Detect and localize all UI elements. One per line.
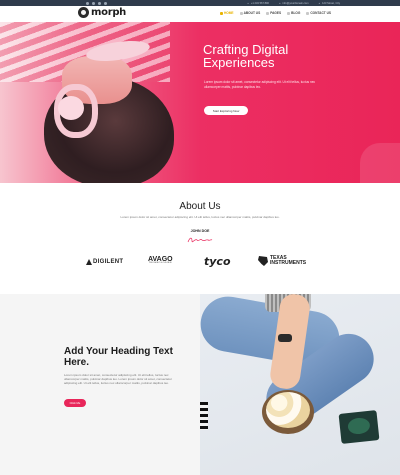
site-logo[interactable]: morph (78, 7, 126, 18)
hero-title-line2: Experiences (203, 55, 275, 70)
digilent-mark-icon (86, 259, 92, 265)
headphone-cup-image (58, 96, 84, 120)
brand-logo-avago: AVAGO TECHNOLOGIES (148, 256, 173, 264)
about-title: About Us (179, 201, 221, 212)
brand-logo-text: TEXAS INSTRUMENTS (270, 256, 306, 266)
feature-image (200, 294, 400, 475)
about-author-name: JOHN DOE (190, 229, 210, 233)
nav-menu: HOME ABOUT US PAGES BLOG CONTACT US (220, 11, 331, 15)
nav-item-label: BLOG (291, 11, 301, 15)
texas-state-icon (258, 256, 268, 266)
brand-logos: DIGILENT AVAGO TECHNOLOGIES tyco TEXAS I… (84, 252, 316, 272)
nav-item-label: CONTACT US (310, 11, 332, 15)
book-image (200, 402, 208, 430)
nav-item-home[interactable]: HOME (220, 11, 234, 15)
brand-logo-digilent: DIGILENT (86, 259, 123, 265)
mail-icon (306, 11, 310, 15)
twitter-icon[interactable] (92, 1, 95, 5)
address-text: 123 Street, City (319, 2, 340, 5)
feature-cta-button[interactable]: Click Me (64, 399, 86, 407)
facebook-icon[interactable] (86, 1, 89, 5)
about-description: Lorem ipsum dolor sit amet, consectetur … (120, 215, 280, 219)
logo-mark-icon (78, 7, 89, 18)
signature-image (187, 237, 213, 243)
nav-item-blog[interactable]: BLOG (287, 11, 300, 15)
main-navigation: morph HOME ABOUT US PAGES BLOG CONTACT U… (0, 6, 400, 22)
plant-image (338, 410, 380, 444)
hero-cta-button[interactable]: Start Exploring Now (204, 106, 248, 115)
ti-line2: INSTRUMENTS (270, 260, 307, 266)
linkedin-icon[interactable] (98, 1, 101, 5)
blog-icon (287, 11, 291, 15)
info-icon (239, 11, 243, 15)
home-icon (220, 11, 223, 15)
nav-item-label: HOME (224, 11, 234, 15)
popcorn-image (266, 392, 310, 428)
brand-logo-tyco: tyco (204, 255, 231, 268)
nav-item-label: ABOUT US (243, 11, 261, 15)
hero-decoration (360, 143, 400, 183)
brand-logo-text: DIGILENT (93, 259, 124, 265)
hero-title: Crafting Digital Experiences (203, 43, 383, 69)
logo-text: morph (91, 7, 126, 18)
email-text: info@yourdomain.com (279, 2, 309, 5)
feature-heading: Add Your Heading Text Here. (64, 346, 173, 368)
instagram-icon[interactable] (104, 1, 107, 5)
feature-description: Lorem ipsum dolor sit amet, consectetur … (64, 373, 172, 386)
nav-item-pages[interactable]: PAGES (266, 11, 281, 15)
brand-logo-texas-instruments: TEXAS INSTRUMENTS (258, 256, 306, 266)
pages-icon (266, 11, 270, 15)
phone-text: +1 234 567 890 (247, 2, 269, 5)
brand-logo-subtext: TECHNOLOGIES (148, 262, 173, 264)
nav-item-label: PAGES (270, 11, 282, 15)
nav-item-contact-us[interactable]: CONTACT US (306, 11, 331, 15)
watch-image (278, 334, 292, 342)
hero-description: Lorem ipsum dolor sit amet, consectetur … (204, 80, 316, 89)
nav-item-about-us[interactable]: ABOUT US (239, 11, 261, 15)
